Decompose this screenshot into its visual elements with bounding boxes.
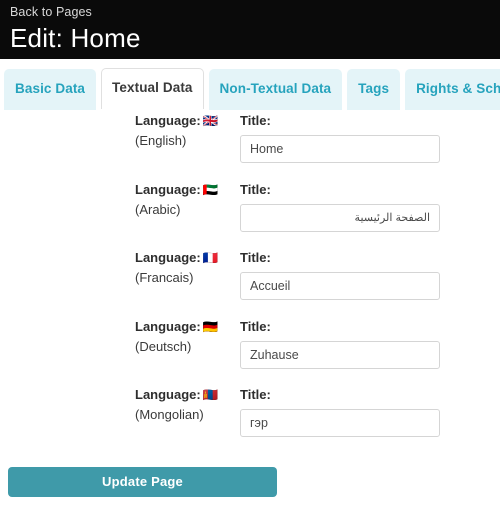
- language-label-line: Language: 🇦🇪: [135, 181, 240, 198]
- language-info: Language: 🇩🇪 (Deutsch): [0, 318, 240, 355]
- language-row: Language: 🇩🇪 (Deutsch) Title:: [0, 318, 500, 387]
- flag-united-kingdom-icon: 🇬🇧: [202, 113, 219, 128]
- flag-france-icon: 🇫🇷: [202, 250, 219, 265]
- language-name: (Arabic): [135, 201, 181, 217]
- language-row: Language: 🇦🇪 (Arabic) Title:: [0, 181, 500, 250]
- tab-rights-scheduling[interactable]: Rights & Scheduling: [405, 69, 500, 110]
- language-label: Language:: [135, 387, 201, 402]
- title-label: Title:: [240, 387, 271, 402]
- tab-non-textual-data[interactable]: Non-Textual Data: [208, 69, 343, 110]
- language-row: Language: 🇲🇳 (Mongolian) Title:: [0, 386, 500, 455]
- flag-mongolia-icon: 🇲🇳: [202, 387, 219, 402]
- language-label: Language:: [135, 181, 201, 197]
- language-label-line: Language: 🇬🇧: [135, 112, 240, 129]
- tab-textual-data[interactable]: Textual Data: [101, 68, 204, 109]
- language-info: Language: 🇬🇧 (English): [0, 112, 240, 149]
- back-to-pages-link[interactable]: Back to Pages: [10, 4, 92, 20]
- tab-basic-data[interactable]: Basic Data: [4, 69, 97, 110]
- title-field-group: Title:: [240, 249, 500, 300]
- tab-tags[interactable]: Tags: [347, 69, 401, 110]
- title-field-group: Title:: [240, 181, 500, 232]
- title-input-mongolian[interactable]: [240, 409, 440, 437]
- title-input-english[interactable]: [240, 135, 440, 163]
- language-row: Language: 🇫🇷 (Francais) Title:: [0, 249, 500, 318]
- title-input-francais[interactable]: [240, 272, 440, 300]
- update-page-button[interactable]: Update Page: [8, 466, 277, 497]
- language-label-line: Language: 🇫🇷: [135, 249, 240, 266]
- language-row: Language: 🇬🇧 (English) Title:: [0, 112, 500, 181]
- language-label: Language:: [135, 250, 201, 265]
- page-title: Edit: Home: [10, 23, 141, 53]
- language-info: Language: 🇫🇷 (Francais): [0, 249, 240, 286]
- title-label: Title:: [240, 113, 271, 128]
- title-input-deutsch[interactable]: [240, 340, 440, 369]
- language-label-line: Language: 🇲🇳: [135, 386, 240, 403]
- page-header: Back to Pages Edit: Home: [0, 0, 500, 59]
- title-label: Title:: [240, 318, 271, 334]
- form-footer: Update Page: [0, 455, 500, 497]
- language-name: (English): [135, 133, 187, 148]
- title-input-arabic[interactable]: [240, 203, 440, 232]
- tab-bar: Basic Data Textual Data Non-Textual Data…: [0, 59, 500, 112]
- language-label: Language:: [135, 113, 201, 128]
- title-field-group: Title:: [240, 318, 500, 369]
- language-label-line: Language: 🇩🇪: [135, 318, 240, 335]
- language-info: Language: 🇲🇳 (Mongolian): [0, 386, 240, 423]
- title-field-group: Title:: [240, 386, 500, 437]
- language-label: Language:: [135, 318, 201, 334]
- flag-united-arab-emirates-icon: 🇦🇪: [202, 181, 219, 197]
- title-label: Title:: [240, 181, 271, 197]
- title-field-group: Title:: [240, 112, 500, 163]
- language-name: (Deutsch): [135, 338, 192, 354]
- language-name: (Mongolian): [135, 407, 204, 422]
- textual-data-panel: Language:🇬🇧 (English) Title: Language:🇦🇪…: [0, 112, 500, 455]
- language-name: (Francais): [135, 270, 194, 285]
- flag-germany-icon: 🇩🇪: [202, 318, 219, 334]
- title-label: Title:: [240, 250, 271, 265]
- language-info: Language: 🇦🇪 (Arabic): [0, 181, 240, 218]
